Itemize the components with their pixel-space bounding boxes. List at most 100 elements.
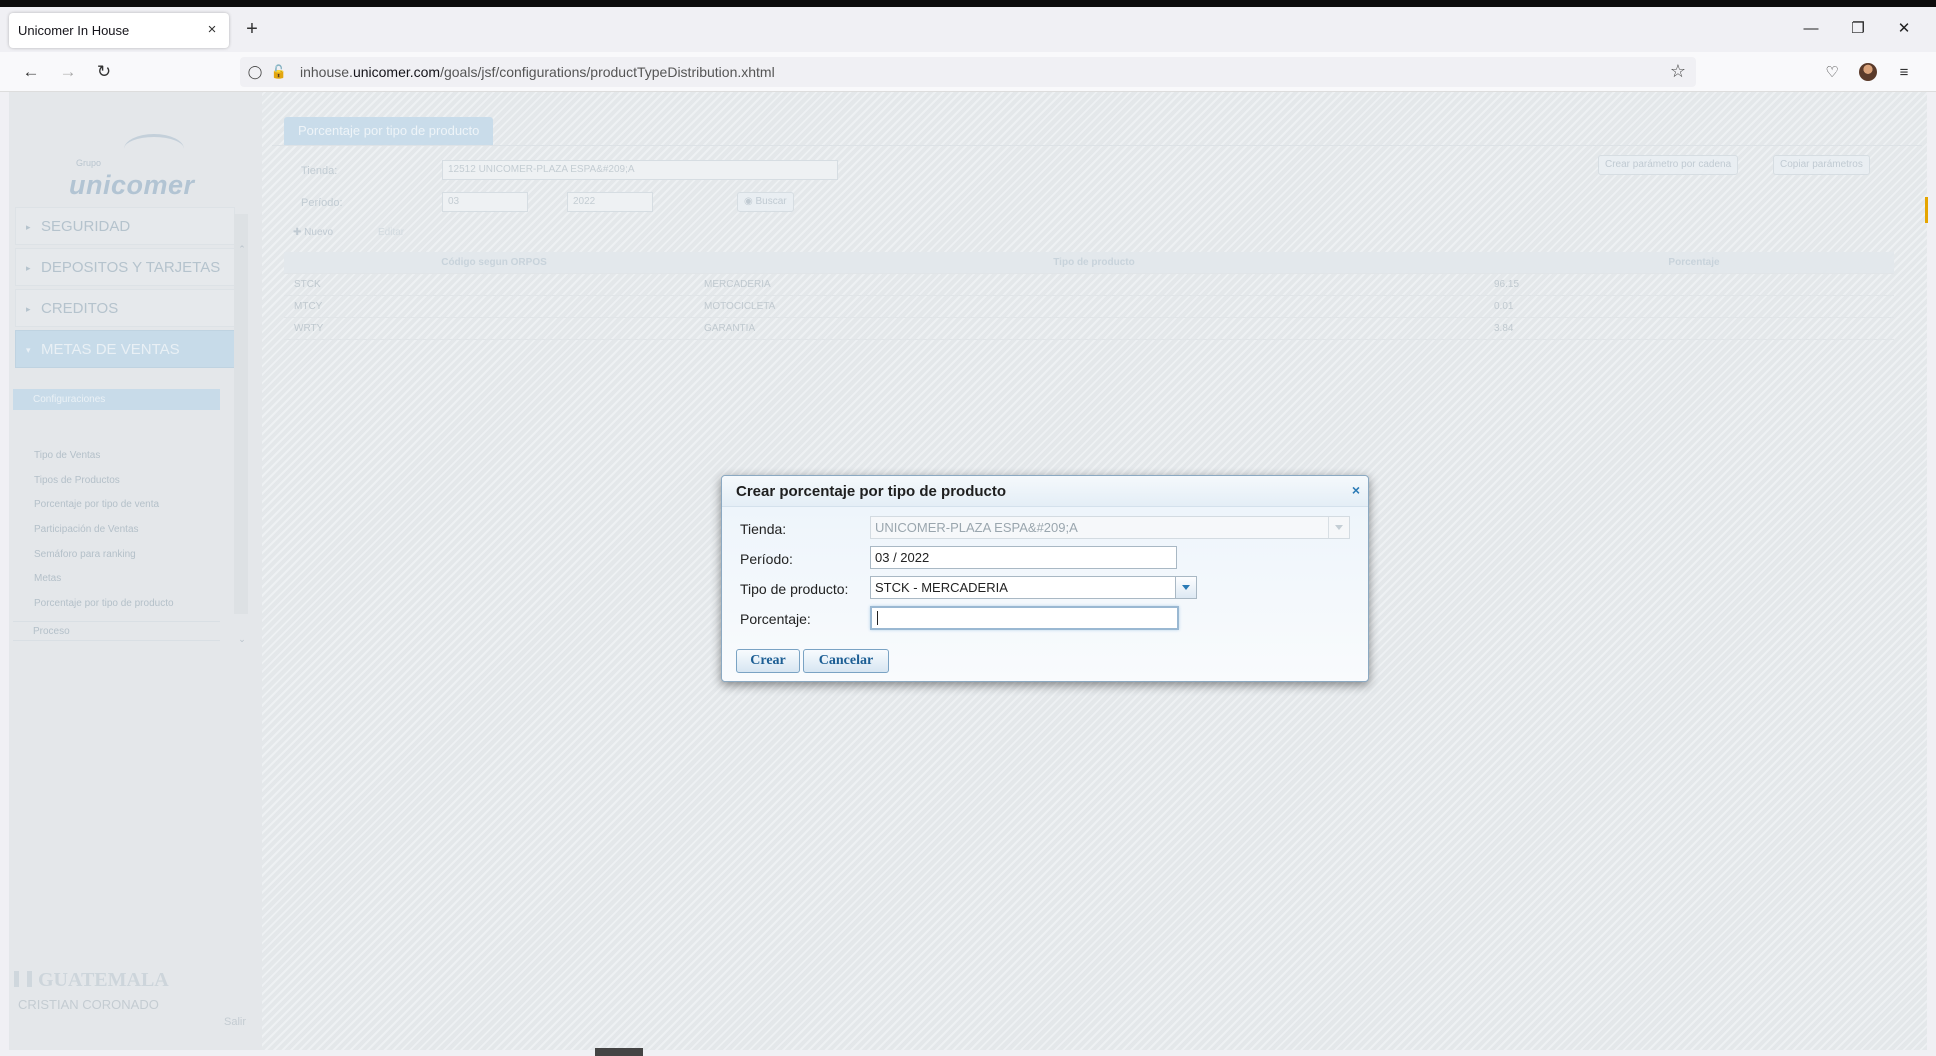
nav-bar: ← → ↻ ◯ 🔓 inhouse.unicomer.com/goals/jsf… xyxy=(0,52,1936,92)
dialog-period-input[interactable]: 03 / 2022 xyxy=(870,546,1177,569)
submenu-link[interactable]: Porcentaje por tipo de producto xyxy=(34,598,174,609)
tab-title: Unicomer In House xyxy=(18,23,130,38)
column-header[interactable]: Código segun ORPOS xyxy=(284,252,694,274)
new-tab-icon[interactable]: + xyxy=(240,18,264,42)
dialog-percent-input[interactable] xyxy=(870,606,1179,630)
minimize-icon[interactable]: — xyxy=(1791,15,1831,43)
column-header[interactable]: Tipo de producto xyxy=(694,252,1484,274)
chevron-right-icon: ▸ xyxy=(26,263,31,273)
dialog-title: Crear porcentaje por tipo de producto xyxy=(736,483,1007,500)
taskbar-item xyxy=(595,1048,643,1056)
dialog-store-select[interactable]: UNICOMER-PLAZA ESPA&#209;A xyxy=(870,516,1350,539)
search-button-label: Buscar xyxy=(755,196,787,207)
logo-sun-icon xyxy=(124,134,184,164)
dialog-store-value: UNICOMER-PLAZA ESPA&#209;A xyxy=(875,520,1078,535)
chevron-down-icon[interactable] xyxy=(1175,577,1196,598)
new-button-label: Nuevo xyxy=(304,227,334,238)
dialog-period-label: Período: xyxy=(740,551,793,567)
logo-grupo-text: Grupo xyxy=(76,158,102,168)
unicomer-logo: Grupo unicomer xyxy=(69,132,219,202)
country-text: GUATEMALA xyxy=(38,969,169,991)
restore-icon[interactable]: ❐ xyxy=(1838,15,1878,43)
sidebar-item-seguridad[interactable]: ▸ SEGURIDAD xyxy=(15,207,235,245)
sidebar-item-label: CREDITOS xyxy=(41,300,119,317)
logout-link[interactable]: Salir xyxy=(224,1016,246,1028)
dialog-percent-label: Porcentaje: xyxy=(740,611,811,627)
insecure-lock-icon[interactable]: 🔓 xyxy=(270,63,288,81)
edit-button[interactable]: Editar xyxy=(372,224,410,244)
submenu-proceso[interactable]: Proceso xyxy=(13,621,220,641)
browser-tab[interactable]: Unicomer In House × xyxy=(9,13,229,48)
table-header-row: Código segun ORPOS Tipo de producto Porc… xyxy=(284,252,1894,274)
sidebar-item-metas[interactable]: ▾ METAS DE VENTAS xyxy=(15,330,235,368)
column-header[interactable]: Porcentaje xyxy=(1484,252,1894,274)
create-button[interactable]: Crear xyxy=(736,649,800,673)
tab-bar: Unicomer In House × + — ❐ ✕ xyxy=(0,7,1936,52)
sidebar-item-creditos[interactable]: ▸ CREDITOS xyxy=(15,289,235,327)
pocket-icon[interactable]: ♡ xyxy=(1822,63,1842,83)
account-avatar-icon[interactable] xyxy=(1859,63,1877,81)
dialog-close-icon[interactable]: × xyxy=(1352,482,1360,498)
period-month-input[interactable]: 03 xyxy=(442,192,528,212)
add-icon: ✚ xyxy=(293,227,302,238)
back-icon[interactable]: ← xyxy=(18,59,44,85)
chevron-down-icon[interactable] xyxy=(1328,517,1349,538)
sidebar-item-depositos[interactable]: ▸ DEPOSITOS Y TARJETAS xyxy=(15,248,235,286)
sidebar: Grupo unicomer ▸ SEGURIDAD ▸ DEPOSITOS Y… xyxy=(9,92,262,1050)
table-cell: 96.15 xyxy=(1494,279,1520,290)
search-button[interactable]: ◉ Buscar xyxy=(737,192,794,212)
edge-indicator xyxy=(1925,197,1928,223)
forward-icon[interactable]: → xyxy=(55,59,81,85)
create-percentage-dialog: Crear porcentaje por tipo de producto × … xyxy=(721,475,1369,682)
window-close-icon[interactable]: ✕ xyxy=(1884,15,1924,43)
store-select-value: 12512 UNICOMER-PLAZA ESPA&#209;A xyxy=(448,164,635,175)
submenu-link[interactable]: Participación de Ventas xyxy=(34,524,139,535)
submenu-link[interactable]: Tipo de Ventas xyxy=(34,450,100,461)
scroll-down-icon[interactable]: ⌄ xyxy=(236,634,248,646)
sidebar-item-label: DEPOSITOS Y TARJETAS xyxy=(41,259,221,276)
chevron-right-icon: ▸ xyxy=(26,304,31,314)
chevron-down-icon: ▾ xyxy=(26,345,31,355)
scroll-up-icon[interactable]: ⌃ xyxy=(236,244,248,256)
submenu-configuraciones[interactable]: Configuraciones xyxy=(13,389,220,410)
table-cell: MOTOCICLETA xyxy=(704,301,776,312)
submenu-link[interactable]: Tipos de Productos xyxy=(34,475,120,486)
url-text[interactable]: inhouse.unicomer.com/goals/jsf/configura… xyxy=(300,57,775,87)
user-name: CRISTIAN CORONADO xyxy=(18,997,159,1012)
country-flag-icon xyxy=(14,971,32,987)
table-cell: STCK xyxy=(294,279,321,290)
bookmark-star-icon[interactable]: ☆ xyxy=(1670,61,1686,82)
new-button[interactable]: ✚ Nuevo xyxy=(287,224,339,244)
reload-icon[interactable]: ↻ xyxy=(91,59,117,85)
table-cell: GARANTIA xyxy=(704,323,756,334)
page-title: Porcentaje por tipo de producto xyxy=(284,117,494,145)
tab-close-icon[interactable]: × xyxy=(203,21,221,39)
sidebar-scrollbar[interactable] xyxy=(234,214,248,614)
table-cell: MTCY xyxy=(294,301,323,312)
table-row[interactable]: WRTY GARANTIA 3.84 xyxy=(284,318,1894,340)
cancel-button[interactable]: Cancelar xyxy=(803,649,889,673)
dialog-header[interactable]: Crear porcentaje por tipo de producto × xyxy=(722,476,1368,507)
table-cell: MERCADERIA xyxy=(704,279,771,290)
table-row[interactable]: STCK MERCADERIA 96.15 xyxy=(284,274,1894,296)
copy-params-button[interactable]: Copiar parámetros xyxy=(1773,155,1870,175)
search-icon: ◉ xyxy=(744,196,753,207)
text-caret xyxy=(877,611,878,625)
table-cell: 3.84 xyxy=(1494,323,1514,334)
sidebar-item-label: METAS DE VENTAS xyxy=(41,341,180,358)
table-row[interactable]: MTCY MOTOCICLETA 0.01 xyxy=(284,296,1894,318)
logo-text: unicomer xyxy=(69,170,195,200)
period-year-input[interactable]: 2022 xyxy=(567,192,653,212)
menu-hamburger-icon[interactable]: ≡ xyxy=(1894,63,1914,83)
submenu-link[interactable]: Porcentaje por tipo de venta xyxy=(34,499,159,510)
dialog-product-type-select[interactable]: STCK - MERCADERIA xyxy=(870,576,1197,599)
sidebar-item-label: SEGURIDAD xyxy=(41,218,131,235)
submenu-link[interactable]: Metas xyxy=(34,573,61,584)
period-label: Período: xyxy=(301,197,343,209)
submenu-link[interactable]: Semáforo para ranking xyxy=(34,549,136,560)
table-cell: WRTY xyxy=(294,323,324,334)
store-select[interactable]: 12512 UNICOMER-PLAZA ESPA&#209;A xyxy=(442,160,838,180)
create-chain-param-button[interactable]: Crear parámetro por cadena xyxy=(1598,155,1739,175)
url-bar[interactable]: ◯ 🔓 inhouse.unicomer.com/goals/jsf/confi… xyxy=(240,57,1696,87)
shield-icon[interactable]: ◯ xyxy=(246,63,264,81)
